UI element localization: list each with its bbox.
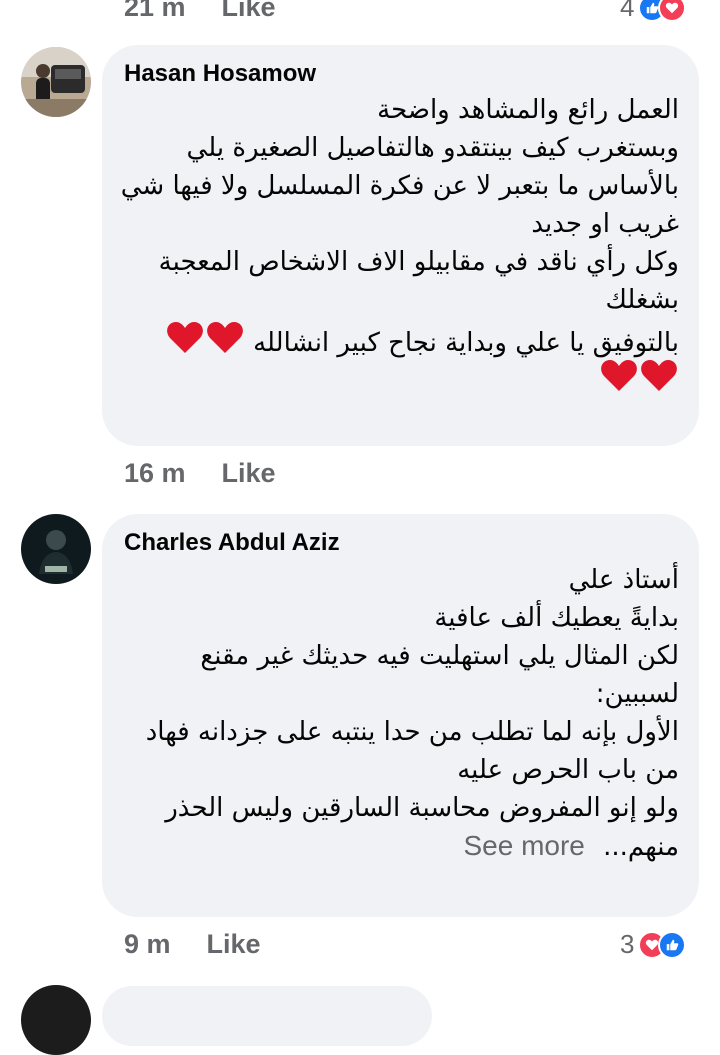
- comment-line: بشغلك: [605, 285, 680, 315]
- comment-line: بالتوفيق يا علي وبداية نجاح كبير انشالله: [253, 328, 679, 358]
- prev-comment-meta: 21 m Like: [124, 0, 276, 23]
- comment-bubble[interactable]: Hasan Hosamow العمل رائع والمشاهد واضحة …: [102, 45, 699, 446]
- comment-bubble[interactable]: Charles Abdul Aziz أستاذ علي بدايةً يعطي…: [102, 514, 699, 917]
- comment-line: وبستغرب كيف بينتقدو هالتفاصيل الصغيرة يل…: [186, 133, 679, 163]
- reaction-count: 3: [620, 929, 635, 959]
- heart-emoji-pair: [601, 360, 677, 391]
- comment-line: منهم...: [603, 832, 679, 862]
- like-button[interactable]: Like: [207, 929, 261, 960]
- reaction-count: 4: [620, 0, 635, 22]
- comment-line: ولو إنو المفروض محاسبة السارقين وليس الح…: [165, 793, 679, 823]
- love-reaction-icon: [658, 0, 687, 22]
- comment-line: بدايةً يعطيك ألف عافية: [434, 603, 679, 633]
- comment-bubble[interactable]: [102, 986, 432, 1046]
- comment-line-with-hearts: بالتوفيق يا علي وبداية نجاح كبير انشالله: [109, 319, 679, 358]
- comment-author[interactable]: Hasan Hosamow: [124, 60, 316, 88]
- avatar-charles[interactable]: [21, 514, 91, 584]
- comment-line: الأول بإنه لما تطلب من حدا ينتبه على جزد…: [145, 717, 679, 747]
- see-more-link[interactable]: See more: [463, 830, 584, 861]
- heart-emoji-pair: [165, 319, 245, 368]
- reaction-summary[interactable]: 4: [620, 0, 687, 23]
- comment-meta: 9 m Like: [124, 929, 261, 960]
- comment-line: من باب الحرص عليه: [457, 755, 679, 785]
- comment-text: أستاذ علي بدايةً يعطيك ألف عافية لكن الم…: [109, 561, 679, 865]
- comment-time: 9 m: [124, 929, 171, 959]
- like-button[interactable]: Like: [222, 0, 276, 23]
- comment-line: بالأساس ما بتعبر لا عن فكرة المسلسل ولا …: [120, 171, 679, 201]
- comment-line: العمل رائع والمشاهد واضحة: [377, 95, 679, 125]
- comment-author[interactable]: Charles Abdul Aziz: [124, 529, 340, 557]
- comment-time: 16 m: [124, 458, 186, 488]
- comment-meta: 16 m Like: [124, 458, 276, 489]
- avatar-next-comment[interactable]: [21, 985, 91, 1055]
- comment-line: لسببين:: [595, 679, 679, 709]
- like-reaction-icon: [658, 930, 687, 959]
- comment-line: غريب او جديد: [531, 209, 679, 239]
- comment-last-line: منهم... See more: [109, 827, 679, 865]
- comment-text: العمل رائع والمشاهد واضحة وبستغرب كيف بي…: [109, 91, 679, 395]
- comment-line: لكن المثال يلي استهليت فيه حديثك غير مقن…: [200, 641, 679, 671]
- comment-line: وكل رأي ناقد في مقابيلو الاف الاشخاص الم…: [158, 247, 679, 277]
- comment-time: 21 m: [124, 0, 186, 22]
- like-button[interactable]: Like: [222, 458, 276, 489]
- comment-line: أستاذ علي: [568, 565, 679, 595]
- reaction-summary[interactable]: 3: [620, 929, 687, 960]
- avatar-hasan[interactable]: [21, 47, 91, 117]
